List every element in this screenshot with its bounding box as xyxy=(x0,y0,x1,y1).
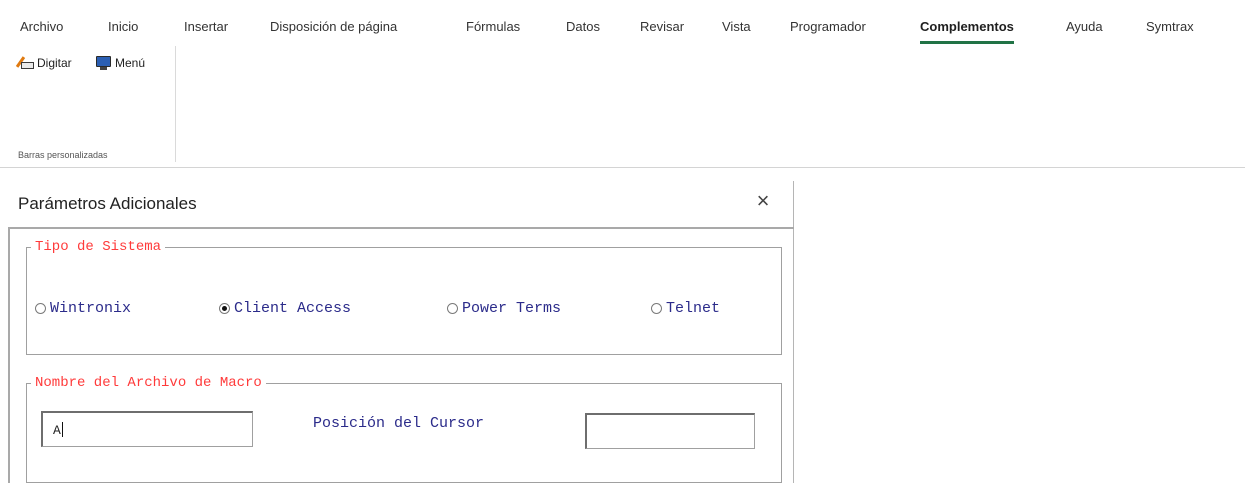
macro-name-value: A xyxy=(53,423,61,438)
radio-label: Telnet xyxy=(666,300,721,317)
tipo-sistema-legend: Tipo de Sistema xyxy=(35,239,162,255)
menu-button-label: Menú xyxy=(115,56,146,70)
radio-circle[interactable] xyxy=(447,303,458,314)
tab-formulas[interactable]: Fórmulas xyxy=(466,19,520,34)
menu-icon xyxy=(96,56,112,70)
radio-client-access[interactable]: Client Access xyxy=(219,300,351,317)
tab-complementos[interactable]: Complementos xyxy=(920,19,1014,44)
ribbon-panel: Digitar Menú Barras personalizadas xyxy=(0,46,1245,168)
radio-power-terms[interactable]: Power Terms xyxy=(447,300,561,317)
archivo-macro-legend: Nombre del Archivo de Macro xyxy=(35,375,262,391)
macro-name-input[interactable]: A xyxy=(41,411,253,447)
digitar-button-label: Digitar xyxy=(37,56,72,70)
radio-wintronix[interactable]: Wintronix xyxy=(35,300,131,317)
radio-label: Wintronix xyxy=(50,300,132,317)
radio-label: Power Terms xyxy=(462,300,562,317)
group-label: Barras personalizadas xyxy=(18,150,108,160)
parametros-dialog: Parámetros Adicionales × Tipo de Sistema… xyxy=(0,181,794,483)
tab-ayuda[interactable]: Ayuda xyxy=(1066,19,1103,34)
radio-telnet[interactable]: Telnet xyxy=(651,300,720,317)
close-icon[interactable]: × xyxy=(752,190,774,213)
archivo-macro-frame: Nombre del Archivo de Macro A Posición d… xyxy=(26,375,782,483)
digitar-button[interactable]: Digitar xyxy=(15,56,72,70)
tipo-sistema-frame: Tipo de Sistema Wintronix Client Access … xyxy=(26,239,782,355)
tab-archivo[interactable]: Archivo xyxy=(20,19,63,34)
radio-circle[interactable] xyxy=(35,303,46,314)
tab-disposicion-pagina[interactable]: Disposición de página xyxy=(270,19,397,34)
dialog-title: Parámetros Adicionales xyxy=(18,194,197,213)
tab-inicio[interactable]: Inicio xyxy=(108,19,138,34)
tab-programador[interactable]: Programador xyxy=(790,19,866,34)
digitar-icon xyxy=(15,56,34,70)
posicion-cursor-label: Posición del Cursor xyxy=(313,415,485,432)
tab-vista[interactable]: Vista xyxy=(722,19,751,34)
radio-circle[interactable] xyxy=(651,303,662,314)
tab-datos[interactable]: Datos xyxy=(566,19,600,34)
tab-symtrax[interactable]: Symtrax xyxy=(1146,19,1194,34)
tab-revisar[interactable]: Revisar xyxy=(640,19,684,34)
tab-insertar[interactable]: Insertar xyxy=(184,19,228,34)
menu-button[interactable]: Menú xyxy=(96,56,145,70)
radio-label: Client Access xyxy=(234,300,352,317)
ribbon-tab-bar: Archivo Inicio Insertar Disposición de p… xyxy=(0,0,1245,46)
dialog-body: Tipo de Sistema Wintronix Client Access … xyxy=(8,227,794,483)
ribbon-group-barras-personalizadas: Digitar Menú Barras personalizadas xyxy=(0,46,176,162)
posicion-cursor-input[interactable] xyxy=(585,413,755,449)
text-caret xyxy=(61,422,63,437)
radio-circle-checked[interactable] xyxy=(219,303,230,314)
